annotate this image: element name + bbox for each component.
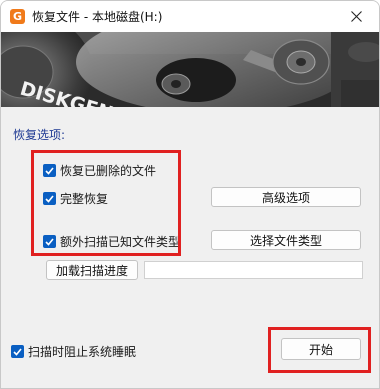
diskgenius-app-icon: G: [10, 9, 25, 24]
recovery-options-label: 恢复选项:: [13, 128, 66, 142]
prevent-sleep-checkbox[interactable]: 扫描时阻止系统睡眠: [11, 343, 136, 360]
extra-scan-checkbox[interactable]: 额外扫描已知文件类型: [43, 233, 180, 250]
checkbox-checked-icon: [11, 345, 24, 358]
checkbox-checked-icon: [43, 235, 56, 248]
diskgenius-banner: DISKGENIUS: [1, 32, 379, 107]
load-scan-progress-button[interactable]: 加载扫描进度: [46, 260, 138, 280]
window-title: 恢复文件 - 本地磁盘(H:): [32, 10, 163, 24]
hard-disk-illustration: DISKGENIUS: [1, 32, 379, 107]
recover-deleted-label: 恢复已删除的文件: [60, 164, 157, 178]
close-button[interactable]: [333, 1, 379, 32]
complete-recovery-checkbox[interactable]: 完整恢复: [43, 190, 108, 207]
checkbox-checked-icon: [43, 164, 56, 177]
extra-scan-label: 额外扫描已知文件类型: [60, 235, 181, 249]
checkbox-checked-icon: [43, 192, 56, 205]
recover-files-dialog: G 恢复文件 - 本地磁盘(H:) 恢复选项: 恢复已删除的文件 完整恢复 额外…: [0, 0, 380, 389]
complete-recovery-label: 完整恢复: [60, 192, 109, 206]
start-button[interactable]: 开始: [281, 338, 361, 360]
select-file-types-button[interactable]: 选择文件类型: [211, 230, 361, 250]
title-bar: G 恢复文件 - 本地磁盘(H:): [1, 1, 379, 32]
recover-deleted-checkbox[interactable]: 恢复已删除的文件: [43, 162, 156, 179]
close-icon: [350, 11, 362, 22]
prevent-sleep-label: 扫描时阻止系统睡眠: [28, 345, 137, 359]
scan-progress-bar: [144, 261, 363, 279]
advanced-options-button[interactable]: 高级选项: [211, 187, 361, 207]
